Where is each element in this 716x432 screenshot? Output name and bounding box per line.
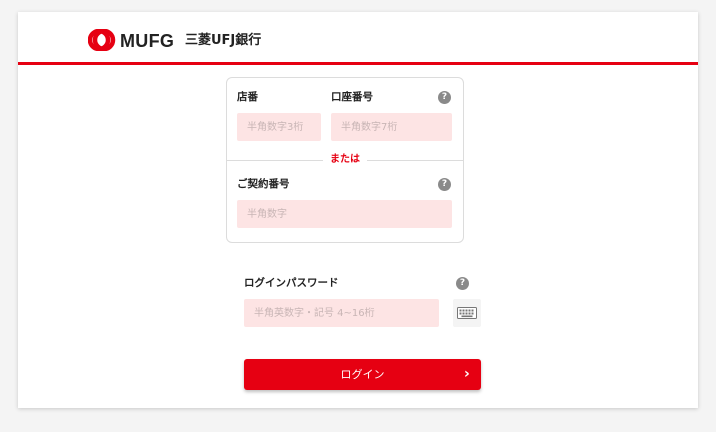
mufg-logo-icon (88, 29, 116, 51)
keyboard-icon (457, 307, 477, 319)
password-label: ログインパスワード (244, 277, 339, 289)
branch-label: 店番 (237, 91, 258, 103)
logo-text: MUFG (120, 31, 175, 51)
chevron-right-icon: › (464, 366, 470, 382)
contract-number-label: ご契約番号 (237, 178, 290, 190)
login-button-label: ログイン (340, 368, 385, 381)
contract-number-input[interactable] (237, 200, 452, 228)
header: MUFG 三菱UFJ銀行 (18, 12, 698, 65)
software-keyboard-button[interactable] (453, 299, 481, 327)
account-credentials-group: 店番 口座番号 ? または ご契約番号 ? (226, 77, 464, 243)
or-separator: または (323, 153, 367, 167)
branch-number-input[interactable] (237, 113, 321, 141)
account-number-label: 口座番号 (331, 91, 373, 103)
account-number-input[interactable] (331, 113, 452, 141)
login-password-input[interactable] (244, 299, 439, 327)
help-icon[interactable]: ? (438, 91, 451, 104)
help-icon[interactable]: ? (456, 277, 469, 290)
login-button[interactable]: ログイン › (244, 359, 481, 390)
help-icon[interactable]: ? (438, 178, 451, 191)
bank-name: 三菱UFJ銀行 (185, 33, 262, 48)
